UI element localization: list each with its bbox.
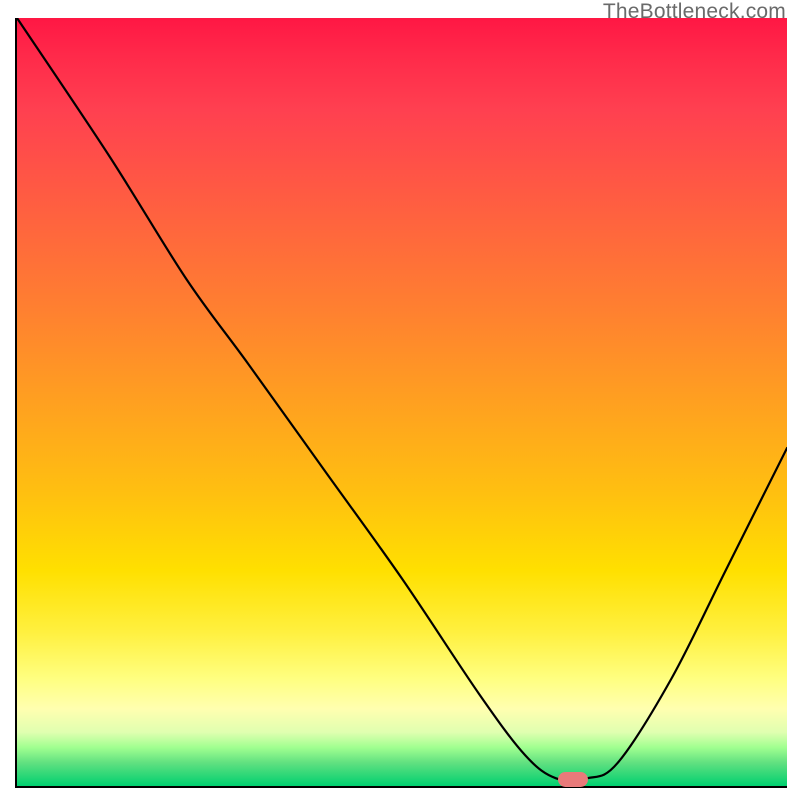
chart-container: TheBottleneck.com	[0, 0, 800, 800]
optimum-marker	[558, 772, 588, 787]
bottleneck-curve-path	[17, 18, 787, 781]
plot-area	[15, 18, 787, 788]
curve-svg	[17, 18, 787, 786]
